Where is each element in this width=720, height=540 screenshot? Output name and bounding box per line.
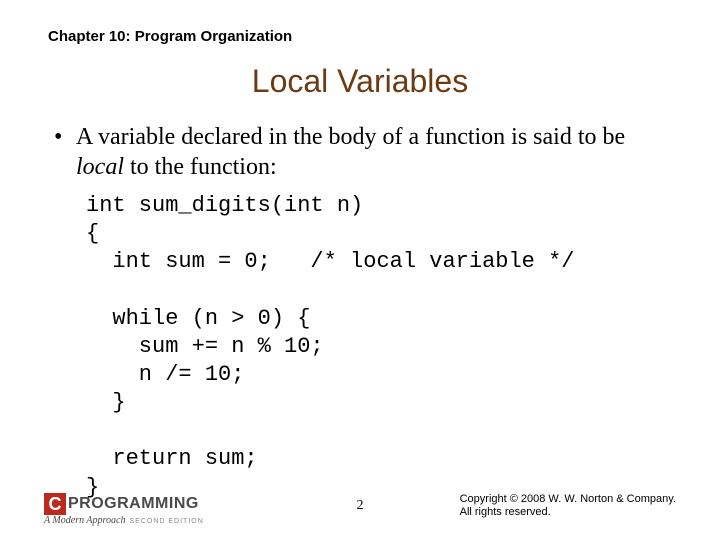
page-number: 2	[357, 498, 364, 514]
bullet-text: A variable declared in the body of a fun…	[76, 122, 666, 182]
bullet-item: • A variable declared in the body of a f…	[54, 122, 666, 182]
bullet-text-post: to the function:	[124, 154, 277, 180]
book-logo: C PROGRAMMING A Modern Approach SECOND E…	[44, 493, 204, 526]
logo-c-icon: C	[44, 493, 66, 515]
bullet-dot: •	[54, 122, 76, 182]
logo-edition: SECOND EDITION	[129, 518, 203, 525]
copyright: Copyright © 2008 W. W. Norton & Company.…	[460, 493, 676, 521]
bullet-text-pre: A variable declared in the body of a fun…	[76, 124, 625, 150]
slide-title: Local Variables	[48, 63, 672, 100]
code-block: int sum_digits(int n) { int sum = 0; /* …	[86, 192, 672, 502]
copyright-line-2: All rights reserved.	[460, 506, 676, 520]
logo-word: PROGRAMMING	[68, 495, 199, 513]
bullet-text-emph: local	[76, 154, 124, 180]
footer: C PROGRAMMING A Modern Approach SECOND E…	[0, 482, 720, 526]
copyright-line-1: Copyright © 2008 W. W. Norton & Company.	[460, 493, 676, 507]
logo-subtitle: A Modern Approach	[44, 515, 125, 526]
logo-top-row: C PROGRAMMING	[44, 493, 204, 515]
chapter-heading: Chapter 10: Program Organization	[48, 28, 672, 45]
slide: Chapter 10: Program Organization Local V…	[0, 0, 720, 540]
